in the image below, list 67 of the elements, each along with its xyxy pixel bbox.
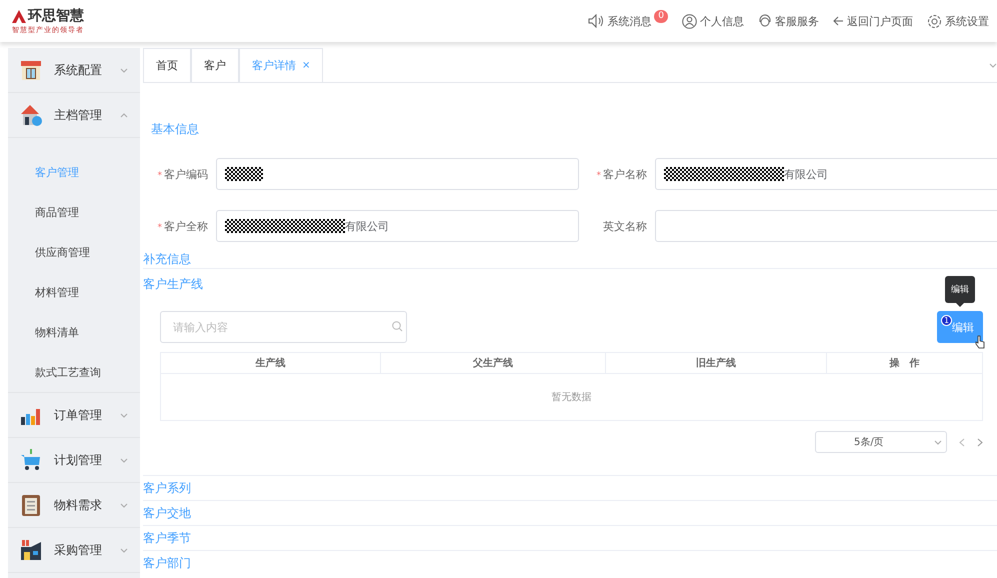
group-label: 物料需求 (54, 496, 103, 514)
sidebar-group[interactable]: 物料需求 (8, 483, 140, 528)
input-field[interactable]: 有限公司 (216, 210, 579, 242)
chevron-down-icon (934, 440, 942, 444)
field-label: * 客户全称 (156, 218, 208, 234)
header-link[interactable]: 个人信息 (682, 14, 744, 28)
column-header: 旧生产线 (606, 353, 827, 373)
settings-icon (927, 14, 942, 28)
sidebar-group[interactable]: 计划管理 (8, 438, 140, 483)
storefront-icon (20, 59, 42, 81)
step-badge: 1 (941, 315, 952, 326)
header-link[interactable]: 返回门户页面 (833, 14, 913, 28)
sidebar-group[interactable]: 系统配置 (8, 48, 140, 93)
chevron-up-icon (120, 112, 128, 118)
user-icon (682, 14, 697, 28)
group-label: 采购管理 (54, 542, 103, 558)
group-label: 主档管理 (54, 106, 103, 124)
chevron-down-icon (989, 62, 997, 68)
input-field[interactable] (655, 210, 997, 242)
sidebar-item[interactable]: 款式工艺查询 (8, 352, 140, 392)
search-icon (392, 321, 403, 332)
sidebar-item[interactable]: 材料管理 (8, 272, 140, 312)
field-label: 英文名称 (602, 218, 647, 234)
group-label: 系统配置 (54, 62, 103, 78)
group-label: 计划管理 (54, 452, 103, 468)
sidebar-group[interactable]: 采购管理 (8, 528, 140, 573)
tab[interactable]: 首页 (143, 48, 191, 82)
field-label: * 客户编码 (156, 166, 208, 182)
logo-text: 环思智慧 (28, 7, 84, 25)
section-title: 客户生产线 (143, 276, 203, 293)
speaker-icon (588, 14, 604, 28)
empty-message: 暂无数据 (552, 390, 592, 404)
factory-icon (20, 539, 42, 561)
search-field[interactable]: 请输入内容 (160, 311, 407, 343)
previous-page-button[interactable] (959, 438, 965, 446)
header-link[interactable]: 系统设置 (927, 14, 989, 28)
headset-icon (758, 14, 772, 28)
chevron-down-icon (120, 412, 128, 418)
page-size-select[interactable]: 5条/页 (815, 431, 947, 453)
tab[interactable]: 客户 (191, 48, 239, 82)
sidebar-item[interactable]: 商品管理 (8, 192, 140, 232)
column-header: 生产线 (161, 353, 381, 373)
sidebar-group[interactable]: 主档管理 (8, 93, 140, 138)
group-label: 订单管理 (54, 406, 103, 424)
column-header: 操 作 (888, 356, 920, 371)
next-page-button[interactable] (977, 438, 983, 446)
section-title: 补充信息 (143, 251, 191, 268)
arrow-left-icon (833, 16, 844, 26)
section-title: 基本信息 (151, 121, 200, 138)
clipboard-icon (20, 494, 42, 516)
sidebar-item[interactable]: 物料清单 (8, 312, 140, 352)
chevron-down-icon (120, 502, 128, 508)
notification-badge: 0 (654, 10, 668, 22)
column-header: 父生产线 (381, 353, 606, 373)
shopping-cart-icon (20, 449, 42, 471)
input-field[interactable]: 有限公司 (655, 158, 997, 190)
house-icon (20, 104, 42, 126)
chevron-down-icon (120, 548, 128, 552)
sidebar-group[interactable]: 订单管理 (8, 393, 140, 438)
header-link[interactable]: 客服服务 (758, 14, 819, 28)
hand-cursor-icon (975, 335, 985, 349)
field-label: * 客户名称 (596, 166, 647, 182)
sidebar-item[interactable]: 供应商管理 (8, 232, 140, 272)
logo-icon (12, 10, 26, 22)
input-field[interactable] (216, 158, 579, 190)
chevron-down-icon (120, 68, 128, 72)
chevron-down-icon (120, 458, 128, 462)
